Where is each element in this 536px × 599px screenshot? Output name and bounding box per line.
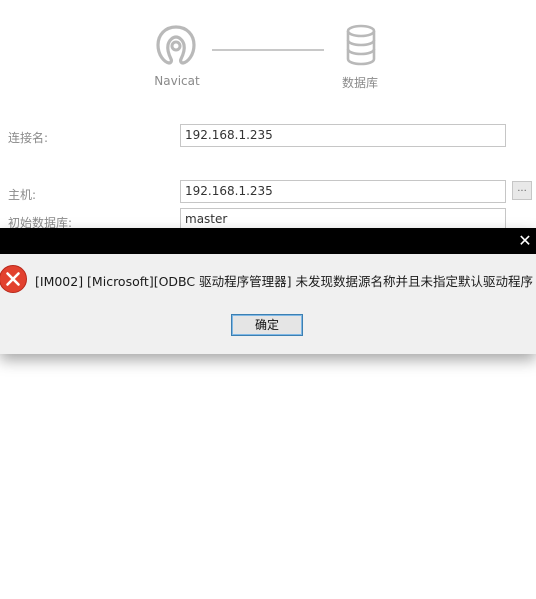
connection-wizard: Navicat 数据库 连接名: 192.168.1.235 主机: 192.1… [0, 0, 536, 599]
error-message: [IM002] [Microsoft][ODBC 驱动程序管理器] 未发现数据源… [35, 274, 536, 289]
host-label: 主机: [8, 188, 37, 202]
dialog-titlebar [0, 228, 536, 254]
close-icon[interactable]: ✕ [514, 228, 536, 254]
connection-name-label: 连接名: [8, 131, 49, 145]
navicat-logo-icon [156, 25, 196, 65]
host-browse-button[interactable]: ... [512, 181, 532, 200]
flow-target-label: 数据库 [341, 76, 378, 90]
ok-button[interactable]: 确定 [231, 314, 303, 336]
database-icon [346, 24, 376, 66]
connection-name-field[interactable]: 192.168.1.235 [180, 124, 506, 147]
flow-source-label: Navicat [154, 74, 200, 88]
flow-connector-line [212, 49, 324, 51]
host-field[interactable]: 192.168.1.235 [180, 180, 506, 203]
error-icon [0, 265, 27, 293]
